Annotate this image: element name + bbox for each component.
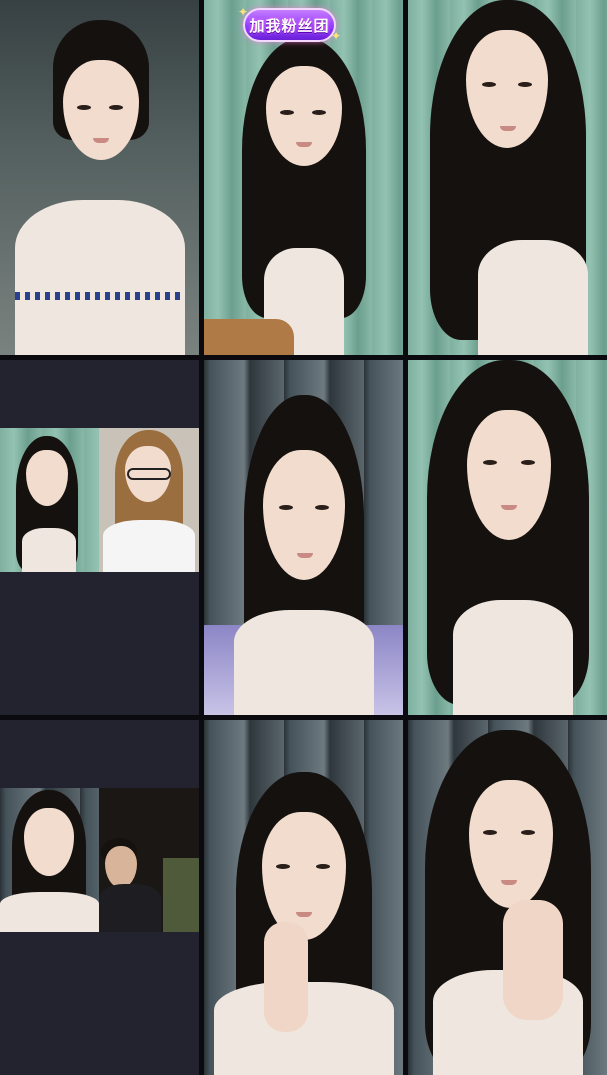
glasses (127, 468, 171, 480)
hand (502, 900, 563, 1020)
pk-left-camera (0, 788, 99, 932)
streamer-figure (224, 38, 384, 355)
pk-right-camera (99, 428, 199, 572)
stream-tile-r1c3[interactable] (408, 0, 607, 355)
streamer-figure (213, 772, 394, 1075)
sparkle-icon: ✦ (238, 5, 249, 19)
streamer-figure (413, 730, 603, 1075)
stream-tile-r2c2[interactable] (204, 360, 403, 715)
stream-tile-r1c1[interactable] (0, 0, 199, 355)
pk-split-view (0, 428, 199, 572)
pk-tile-r2c1[interactable] (0, 360, 199, 715)
join-fan-club-label: 加我粉丝团 (249, 17, 330, 35)
pk-left-camera (0, 428, 99, 572)
join-fan-club-badge[interactable]: 加我粉丝团 (243, 8, 336, 42)
streamer-figure (219, 395, 389, 715)
background-object (163, 858, 199, 932)
hand (263, 922, 308, 1032)
streamer-figure (418, 0, 598, 355)
stream-tile-r2c3[interactable] (408, 360, 607, 715)
stream-tile-r1c2[interactable] (204, 0, 403, 355)
stream-tile-r3c2[interactable] (204, 720, 403, 1075)
chair-back (204, 319, 294, 355)
stream-tile-r3c3[interactable] (408, 720, 607, 1075)
streamer-figure (14, 20, 185, 355)
sparkle-icon: ✦ (331, 29, 342, 43)
pk-right-camera (99, 788, 199, 932)
pk-tile-r3c1[interactable] (0, 720, 199, 1075)
streamer-figure (413, 360, 603, 715)
pk-split-view (0, 788, 199, 932)
live-stream-grid: 加我粉丝团 ✦ ✦ (0, 0, 607, 1075)
